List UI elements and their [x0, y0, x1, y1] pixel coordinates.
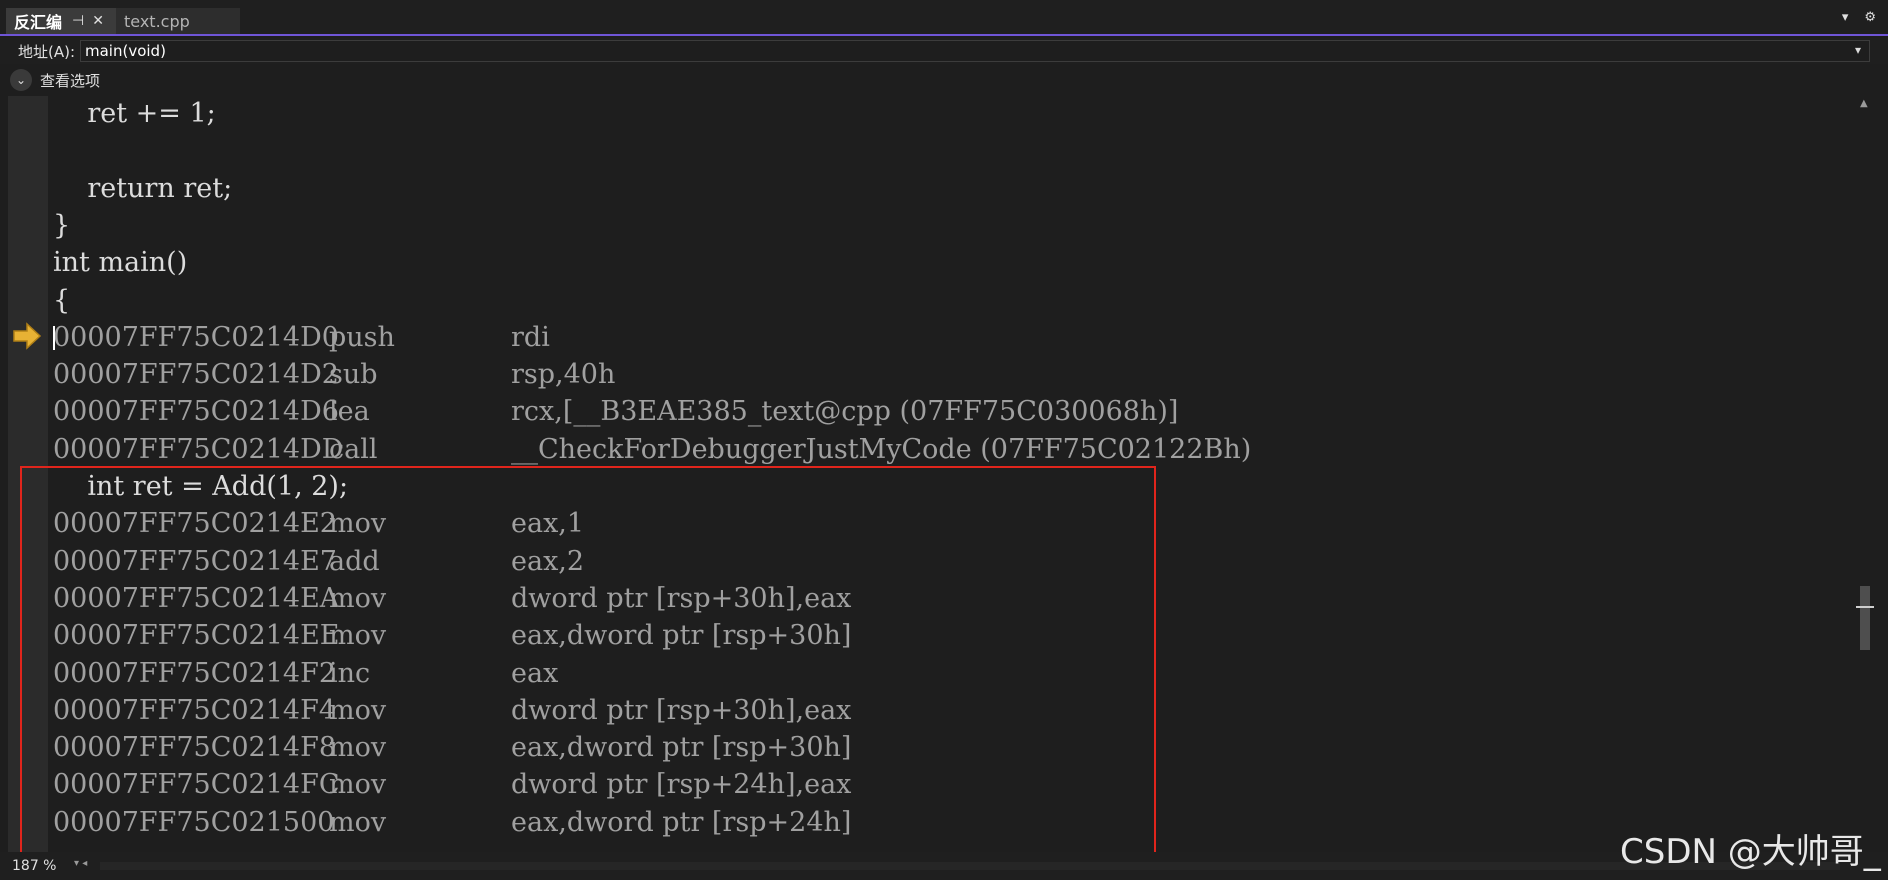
asm-operands: eax,dword ptr [rsp+24h]: [511, 806, 852, 838]
zoom-dropdown-icon[interactable]: ▾ ◂: [74, 858, 87, 869]
asm-line: 00007FF75C0214EE mov eax,dword ptr [rsp+30…: [53, 618, 851, 654]
asm-operands: eax: [511, 657, 559, 689]
view-options-label: 查看选项: [40, 71, 101, 90]
asm-line: 00007FF75C0214D6 lea rcx,[__B3EAE385_text@…: [53, 394, 1178, 430]
asm-line: 00007FF75C0214FC mov dword ptr [rsp+24h],e…: [53, 767, 851, 803]
chevron-down-icon[interactable]: ⌄: [10, 69, 32, 91]
asm-operands: eax,dword ptr [rsp+30h]: [511, 732, 852, 764]
asm-line: 00007FF75C021500 mov eax,dword ptr [rsp+24…: [53, 805, 851, 841]
gear-icon[interactable]: ⚙: [1864, 10, 1876, 25]
asm-operands: dword ptr [rsp+30h],eax: [511, 694, 852, 726]
scroll-up-arrow-icon[interactable]: ▲: [1860, 98, 1868, 109]
asm-address: 00007FF75C0214FC: [53, 769, 340, 801]
tab-text-cpp-label: text.cpp: [124, 11, 190, 31]
asm-line: 00007FF75C0214EA mov dword ptr [rsp+30h],e…: [53, 581, 851, 617]
document-tab-strip: 反汇编 ⊣ ✕ text.cpp ▾ ⚙: [0, 0, 1888, 36]
source-line: return ret;: [53, 172, 233, 204]
asm-opcode: lea: [329, 396, 370, 428]
asm-address: 00007FF75C0214F2: [53, 657, 336, 689]
asm-address: 00007FF75C0214D2: [53, 359, 339, 391]
address-input[interactable]: main(void) ▾: [80, 40, 1870, 62]
horizontal-scrollbar[interactable]: [100, 862, 1840, 870]
vertical-scrollbar[interactable]: ▲: [1856, 96, 1874, 852]
asm-address: 00007FF75C0214E7: [53, 545, 337, 577]
asm-address: 00007FF75C0214DD: [53, 433, 344, 465]
asm-address: 00007FF75C0214D6: [53, 396, 339, 428]
status-bar: 187 % ▾ ◂: [0, 852, 1888, 880]
asm-address: 00007FF75C0214F4: [53, 694, 336, 726]
asm-opcode: call: [329, 433, 378, 465]
zoom-level[interactable]: 187 %: [12, 858, 56, 874]
asm-address: 00007FF75C021500: [53, 806, 335, 838]
pin-icon[interactable]: ⊣: [72, 13, 84, 29]
scrollbar-thumb[interactable]: [1860, 586, 1870, 650]
asm-opcode: push: [329, 321, 395, 353]
tab-disassembly-label: 反汇编: [14, 13, 63, 32]
source-line: int main(): [53, 247, 188, 279]
asm-line: 00007FF75C0214F2 inc eax: [53, 656, 558, 692]
asm-line: 00007FF75C0214D0 push rdi: [53, 320, 550, 356]
tab-disassembly[interactable]: 反汇编 ⊣ ✕: [6, 8, 116, 34]
asm-address: 00007FF75C0214E2: [53, 508, 337, 540]
asm-opcode: mov: [329, 732, 387, 764]
asm-opcode: mov: [329, 769, 387, 801]
address-bar: 地址(A): main(void) ▾: [0, 38, 1888, 64]
source-line: int ret = Add(1, 2);: [53, 471, 349, 502]
source-line: }: [53, 209, 71, 241]
tab-text-cpp[interactable]: text.cpp: [116, 8, 240, 34]
asm-operands: eax,1: [511, 508, 585, 540]
asm-operands: dword ptr [rsp+30h],eax: [511, 582, 852, 614]
text-caret: [53, 326, 55, 350]
asm-address: 00007FF75C0214D0: [53, 321, 339, 353]
scrollbar-position-marker: [1856, 606, 1874, 608]
asm-opcode: add: [329, 545, 380, 577]
asm-operands: __CheckForDebuggerJustMyCode (07FF75C021…: [511, 433, 1252, 465]
asm-operands: rsp,40h: [511, 359, 616, 391]
asm-operands: rcx,[__B3EAE385_text@cpp (07FF75C030068h…: [511, 396, 1179, 428]
instruction-pointer-arrow-icon: [13, 322, 42, 350]
asm-operands: eax,2: [511, 545, 585, 577]
asm-line: 00007FF75C0214DD call __CheckForDebuggerJu…: [53, 432, 1251, 468]
indicator-margin[interactable]: [8, 96, 48, 852]
asm-line: 00007FF75C0214E7 add eax,2: [53, 544, 584, 580]
view-options-toggle[interactable]: ⌄ 查看选项: [10, 68, 100, 92]
watermark: CSDN @大帅哥_: [1620, 832, 1881, 872]
asm-operands: dword ptr [rsp+24h],eax: [511, 769, 852, 801]
asm-line: 00007FF75C0214F8 mov eax,dword ptr [rsp+30…: [53, 730, 851, 766]
address-value: main(void): [85, 42, 166, 60]
asm-operands: rdi: [511, 321, 550, 353]
asm-opcode: mov: [329, 694, 387, 726]
asm-address: 00007FF75C0214EE: [53, 620, 340, 652]
asm-opcode: inc: [329, 657, 371, 689]
asm-opcode: mov: [329, 508, 387, 540]
source-line: {: [53, 284, 71, 316]
asm-line: 00007FF75C0214D2 sub rsp,40h: [53, 357, 615, 393]
asm-operands: eax,dword ptr [rsp+30h]: [511, 620, 852, 652]
address-label: 地址(A):: [18, 42, 76, 61]
asm-line: 00007FF75C0214F4 mov dword ptr [rsp+30h],e…: [53, 693, 851, 729]
asm-opcode: mov: [329, 620, 387, 652]
disassembly-code-area[interactable]: ret += 1; return ret;} int main() {00007FF…: [50, 96, 1850, 852]
chevron-down-icon[interactable]: ▾: [1855, 43, 1861, 57]
asm-opcode: mov: [329, 582, 387, 614]
asm-line: 00007FF75C0214E2 mov eax,1: [53, 506, 584, 542]
source-line: ret += 1;: [53, 98, 216, 129]
asm-opcode: sub: [329, 359, 378, 391]
tab-list-dropdown-icon[interactable]: ▾: [1842, 10, 1849, 25]
asm-address: 00007FF75C0214F8: [53, 732, 336, 764]
close-icon[interactable]: ✕: [92, 13, 104, 29]
asm-address: 00007FF75C0214EA: [53, 582, 340, 614]
asm-opcode: mov: [329, 806, 387, 838]
